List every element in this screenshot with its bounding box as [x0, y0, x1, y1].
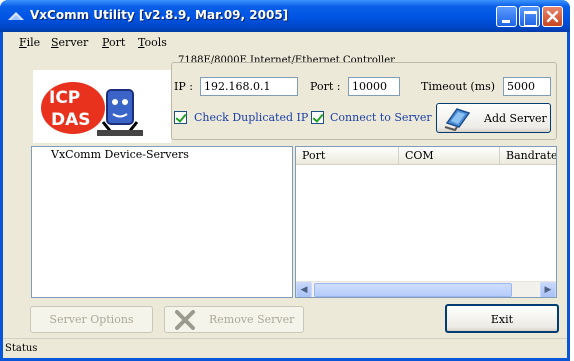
menu-tools[interactable]: Tools	[138, 36, 167, 49]
port-list[interactable]: Port COM Bandrate ◀ ▶	[295, 146, 557, 298]
company-logo: ICP DAS	[33, 70, 171, 143]
app-icon	[8, 12, 24, 20]
menu-server[interactable]: Server	[51, 36, 88, 49]
menu-file[interactable]: File	[19, 36, 40, 49]
svg-text:DAS: DAS	[51, 110, 91, 130]
add-server-button[interactable]: Add Server	[436, 103, 551, 133]
ip-label: IP :	[174, 80, 193, 93]
server-options-button[interactable]: Server Options	[30, 306, 153, 333]
menu-bar: File Server Port Tools	[3, 32, 567, 52]
timeout-input[interactable]: 5000	[503, 77, 551, 96]
check-duplicated-checkbox[interactable]	[174, 111, 187, 124]
window-title: VxComm Utility [v2.8.9, Mar.09, 2005]	[30, 8, 289, 22]
column-header-com[interactable]: COM	[399, 147, 500, 165]
column-header-port[interactable]: Port	[296, 147, 399, 165]
title-bar[interactable]: VxComm Utility [v2.8.9, Mar.09, 2005]	[0, 0, 570, 32]
icpdas-logo-image: ICP DAS	[41, 82, 143, 136]
device-icon	[444, 108, 471, 131]
device-server-tree[interactable]	[31, 146, 293, 298]
remove-server-button[interactable]: Remove Server	[164, 306, 304, 333]
connect-to-server-checkbox[interactable]	[311, 111, 324, 124]
status-bar: Status	[3, 338, 567, 358]
ip-input[interactable]: 192.168.0.1	[200, 77, 298, 96]
maximize-button[interactable]	[519, 6, 540, 27]
status-text: Status	[5, 343, 38, 354]
svg-text:ICP: ICP	[49, 88, 80, 108]
close-icon	[546, 10, 559, 23]
menu-port[interactable]: Port	[102, 36, 125, 49]
add-server-label: Add Server	[484, 112, 547, 125]
check-duplicated-label[interactable]: Check Duplicated IP	[194, 111, 308, 124]
port-input[interactable]: 10000	[348, 77, 400, 96]
scroll-right-icon[interactable]: ▶	[540, 282, 556, 297]
horizontal-scrollbar[interactable]: ◀ ▶	[296, 281, 556, 297]
main-window: VxComm Utility [v2.8.9, Mar.09, 2005] Fi…	[0, 0, 570, 361]
device-server-tree-header: VxComm Device-Servers	[48, 148, 192, 161]
scroll-thumb[interactable]	[314, 283, 512, 297]
scroll-left-icon[interactable]: ◀	[296, 282, 312, 297]
column-header-bandrate[interactable]: Bandrate	[500, 147, 556, 165]
connect-to-server-label[interactable]: Connect to Server	[330, 111, 432, 124]
remove-server-label: Remove Server	[209, 313, 295, 326]
remove-x-icon	[175, 310, 195, 330]
timeout-label: Timeout (ms)	[421, 80, 496, 93]
exit-button[interactable]: Exit	[445, 304, 559, 333]
port-label: Port :	[310, 80, 341, 93]
close-button[interactable]	[542, 6, 563, 27]
minimize-button[interactable]	[496, 6, 517, 27]
